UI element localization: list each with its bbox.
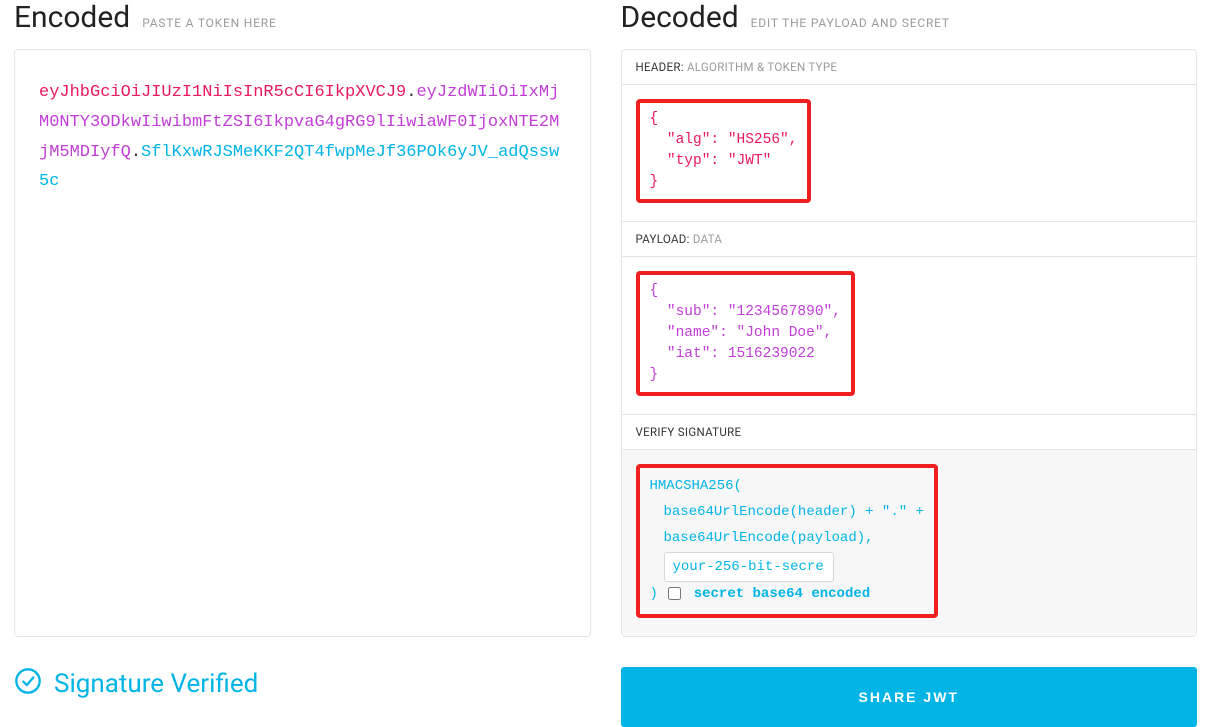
signature-verified-text: Signature Verified [54, 669, 258, 699]
encoded-token-input[interactable]: eyJhbGciOiJIUzI1NiIsInR5cCI6IkpXVCJ9.eyJ… [14, 49, 591, 637]
decoded-title: Decoded EDIT THE PAYLOAD AND SECRET [621, 0, 1198, 35]
signature-highlight-frame: HMACSHA256( base64UrlEncode(header) + ".… [636, 464, 938, 618]
signature-formula: HMACSHA256( base64UrlEncode(header) + ".… [650, 474, 924, 608]
decoded-heading: Decoded [621, 0, 739, 35]
checkmark-circle-icon [14, 667, 42, 702]
payload-section-label: PAYLOAD: DATA [622, 221, 1197, 257]
payload-highlight-frame: { "sub": "1234567890", "name": "John Doe… [636, 271, 855, 396]
share-jwt-button[interactable]: SHARE JWT [621, 667, 1198, 727]
secret-input[interactable] [664, 552, 834, 582]
decoded-subtitle: EDIT THE PAYLOAD AND SECRET [751, 16, 950, 30]
header-json-editor[interactable]: { "alg": "HS256", "typ": "JWT" } [650, 109, 798, 193]
header-highlight-frame: { "alg": "HS256", "typ": "JWT" } [636, 99, 812, 203]
header-section-label: HEADER: ALGORITHM & TOKEN TYPE [622, 50, 1197, 85]
payload-json-editor[interactable]: { "sub": "1234567890", "name": "John Doe… [650, 281, 841, 386]
decoded-panel: HEADER: ALGORITHM & TOKEN TYPE { "alg": … [621, 49, 1198, 637]
signature-section-label: VERIFY SIGNATURE [622, 414, 1197, 450]
encoded-subtitle: PASTE A TOKEN HERE [142, 16, 276, 30]
encoded-title: Encoded PASTE A TOKEN HERE [14, 0, 591, 35]
secret-base64-label: secret base64 encoded [694, 586, 870, 602]
signature-verified-status: Signature Verified [14, 667, 591, 702]
token-header-segment: eyJhbGciOiJIUzI1NiIsInR5cCI6IkpXVCJ9 [39, 83, 406, 102]
encoded-heading: Encoded [14, 0, 130, 35]
secret-base64-checkbox[interactable] [668, 587, 681, 600]
